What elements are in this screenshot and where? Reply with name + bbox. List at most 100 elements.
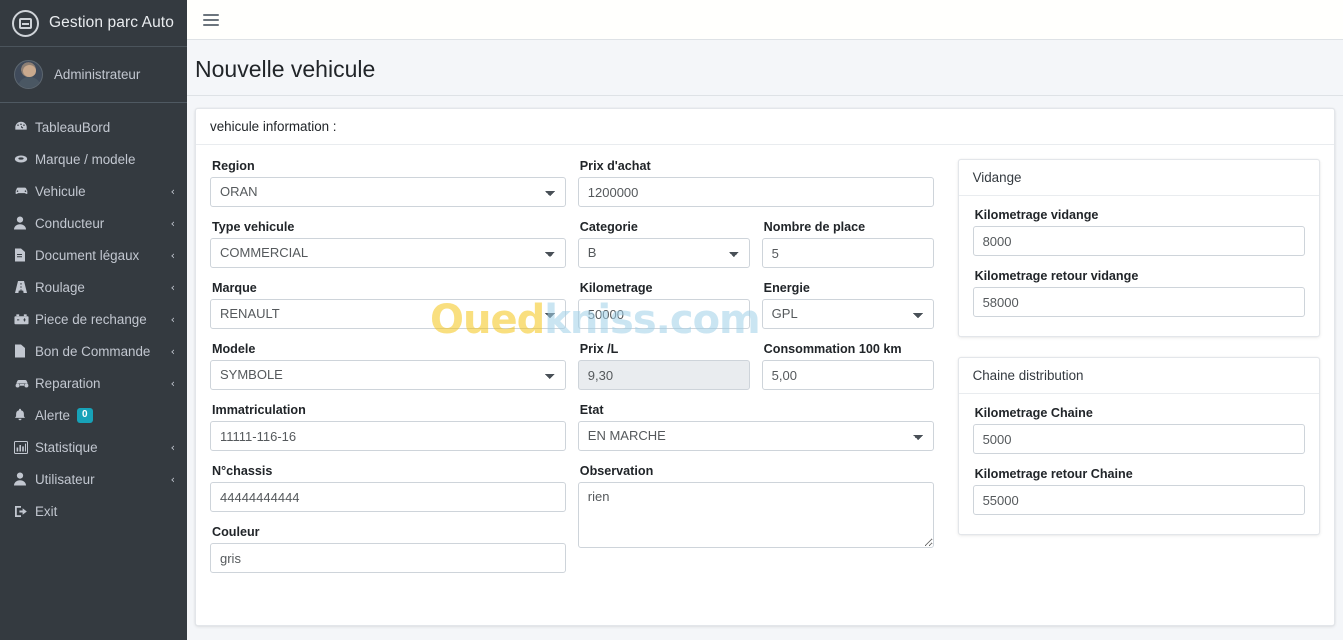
type-vehicule-select[interactable]: COMMERCIAL	[210, 238, 566, 268]
sidebar-item-label: Utilisateur	[35, 471, 95, 487]
field-region: Region ORAN	[210, 159, 566, 207]
logout-icon	[14, 505, 35, 518]
chevron-left-icon: ‹	[170, 184, 175, 198]
field-label: Nombre de place	[763, 220, 866, 234]
sidebar-item-label: TableauBord	[35, 119, 111, 135]
form-column-left: Region ORAN Type vehicule COMMERCIAL Mar…	[210, 159, 566, 586]
row-kilometrage-energie: Kilometrage Energie GPL	[577, 281, 934, 342]
sidebar-item-alerte[interactable]: Alerte 0	[0, 399, 187, 431]
sidebar-item-marque-modele[interactable]: Marque / modele	[0, 143, 187, 175]
field-label: Marque	[212, 281, 257, 295]
sidebar-item-utilisateur[interactable]: Utilisateur ‹	[0, 463, 187, 495]
field-marque: Marque RENAULT	[210, 281, 566, 329]
sidebar-item-conducteur[interactable]: Conducteur ‹	[0, 207, 187, 239]
field-label: Kilometrage vidange	[974, 208, 1099, 222]
field-label: Prix /L	[579, 342, 619, 356]
sidebar-item-document-legaux[interactable]: Document légaux ‹	[0, 239, 187, 271]
car-repair-icon	[14, 377, 35, 390]
road-icon	[14, 280, 35, 294]
hamburger-icon[interactable]	[203, 11, 219, 29]
region-select[interactable]: ORAN	[210, 177, 566, 207]
field-label: Modele	[212, 342, 256, 356]
brand[interactable]: Gestion parc Auto	[0, 0, 187, 47]
field-couleur: Couleur	[210, 525, 566, 573]
user-icon	[14, 216, 35, 230]
chevron-left-icon: ‹	[170, 216, 175, 230]
sidebar-item-reparation[interactable]: Reparation ‹	[0, 367, 187, 399]
etat-select[interactable]: EN MARCHE	[577, 421, 934, 451]
field-label: Prix d'achat	[579, 159, 651, 173]
sidebar-item-label: Document légaux	[35, 247, 140, 263]
chevron-left-icon: ‹	[170, 248, 175, 262]
chassis-input[interactable]	[210, 482, 566, 512]
sidebar-item-bon-de-commande[interactable]: Bon de Commande ‹	[0, 335, 187, 367]
kilometrage-retour-chaine-input[interactable]	[972, 485, 1305, 515]
car-icon	[14, 184, 35, 198]
file-icon	[14, 248, 35, 262]
kilometrage-input[interactable]	[577, 299, 750, 329]
immatriculation-input[interactable]	[210, 421, 566, 451]
field-label: Type vehicule	[212, 220, 295, 234]
field-label: Kilometrage retour Chaine	[974, 467, 1133, 481]
field-label: Kilometrage Chaine	[974, 406, 1093, 420]
nombre-place-input[interactable]	[761, 238, 934, 268]
field-categorie: Categorie B	[577, 220, 750, 268]
observation-textarea[interactable]: rien	[577, 482, 934, 548]
vidange-card-body: Kilometrage vidange Kilometrage retour v…	[959, 196, 1319, 336]
field-label: Region	[212, 159, 255, 173]
categorie-select[interactable]: B	[577, 238, 750, 268]
prix-l-input	[577, 360, 750, 390]
field-etat: Etat EN MARCHE	[577, 403, 934, 451]
field-label: Etat	[579, 403, 604, 417]
kilometrage-vidange-input[interactable]	[972, 226, 1305, 256]
field-modele: Modele SYMBOLE	[210, 342, 566, 390]
sidebar-item-roulage[interactable]: Roulage ‹	[0, 271, 187, 303]
sidebar-item-label: Vehicule	[35, 183, 86, 199]
sidebar-item-label: Reparation	[35, 375, 101, 391]
sidebar-item-tableaubord[interactable]: TableauBord	[0, 111, 187, 143]
field-consommation: Consommation 100 km	[761, 342, 934, 390]
document-icon	[14, 344, 35, 358]
sidebar-item-statistique[interactable]: Statistique ‹	[0, 431, 187, 463]
consommation-input[interactable]	[761, 360, 934, 390]
field-label: Immatriculation	[212, 403, 306, 417]
field-label: Observation	[579, 464, 654, 478]
chevron-left-icon: ‹	[170, 280, 175, 294]
field-kilometrage-chaine: Kilometrage Chaine	[972, 406, 1305, 454]
battery-icon	[14, 313, 35, 326]
vidange-card: Vidange Kilometrage vidange Kilometrage …	[957, 159, 1320, 337]
sidebar-item-piece-de-rechange[interactable]: Piece de rechange ‹	[0, 303, 187, 335]
sidebar-item-label: Exit	[35, 503, 58, 519]
chaine-distribution-card: Chaine distribution Kilometrage Chaine K…	[957, 357, 1320, 535]
prix-achat-input[interactable]	[577, 177, 934, 207]
chaine-card-header: Chaine distribution	[958, 358, 1319, 394]
modele-select[interactable]: SYMBOLE	[210, 360, 566, 390]
field-kilometrage: Kilometrage	[577, 281, 750, 329]
sidebar-item-exit[interactable]: Exit	[0, 495, 187, 527]
sidebar-item-label: Piece de rechange	[35, 311, 147, 327]
bell-icon	[14, 408, 35, 422]
form-column-right: Vidange Kilometrage vidange Kilometrage …	[957, 159, 1320, 586]
chart-icon	[14, 440, 35, 454]
couleur-input[interactable]	[210, 543, 566, 573]
form-column-middle: Prix d'achat Categorie B Nomb	[577, 159, 934, 586]
sidebar: Gestion parc Auto Administrateur Tableau…	[0, 0, 187, 640]
kilometrage-retour-vidange-input[interactable]	[972, 287, 1305, 317]
sidebar-item-label: Bon de Commande	[35, 343, 151, 359]
field-kilometrage-retour-vidange: Kilometrage retour vidange	[972, 269, 1305, 317]
chaine-card-body: Kilometrage Chaine Kilometrage retour Ch…	[959, 394, 1319, 534]
card-header: vehicule information :	[196, 109, 1334, 145]
energie-select[interactable]: GPL	[761, 299, 934, 329]
field-nombre-place: Nombre de place	[761, 220, 934, 268]
marque-select[interactable]: RENAULT	[210, 299, 566, 329]
alert-badge: 0	[76, 407, 93, 423]
vehicle-info-card: vehicule information : Region ORAN Type …	[195, 108, 1335, 626]
user-panel[interactable]: Administrateur	[0, 47, 187, 103]
kilometrage-chaine-input[interactable]	[972, 424, 1305, 454]
sidebar-item-vehicule[interactable]: Vehicule ‹	[0, 175, 187, 207]
chevron-left-icon: ‹	[170, 344, 175, 358]
field-label: Couleur	[212, 525, 260, 539]
field-energie: Energie GPL	[761, 281, 934, 329]
field-label: Energie	[763, 281, 810, 295]
field-label: Categorie	[579, 220, 638, 234]
